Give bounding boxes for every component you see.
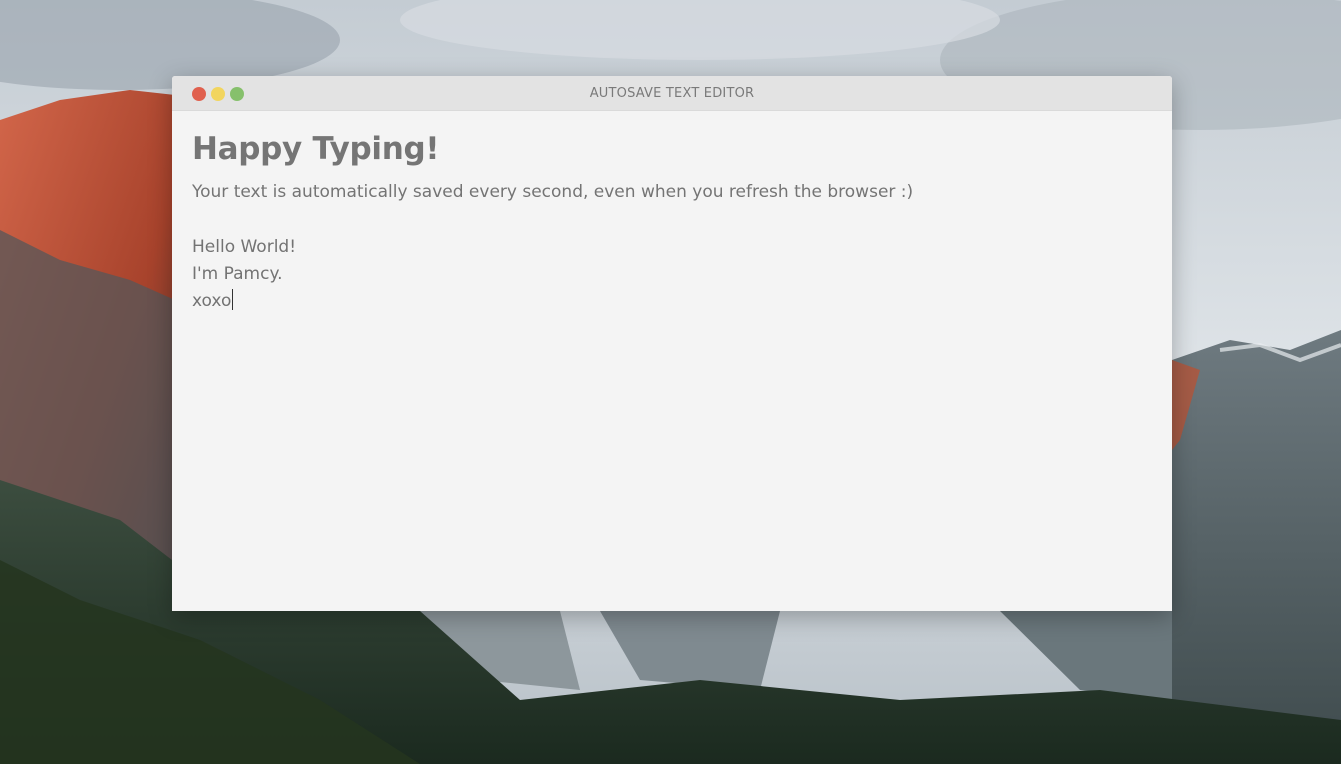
page-subtitle: Your text is automatically saved every s… — [192, 182, 914, 202]
editor-window: AUTOSAVE TEXT EDITOR Happy Typing! Your … — [172, 76, 1172, 611]
window-titlebar[interactable]: AUTOSAVE TEXT EDITOR — [172, 76, 1172, 111]
window-title: AUTOSAVE TEXT EDITOR — [589, 86, 755, 101]
editor-line: I'm Pamcy. — [192, 264, 283, 284]
editor-line: Hello World! — [192, 237, 297, 257]
text-editor-area[interactable]: Hello World! I'm Pamcy. xoxo — [192, 234, 1152, 315]
editor-line-text: xoxo — [192, 291, 232, 311]
editor-line-with-caret: xoxo — [192, 288, 1152, 315]
page-heading: Happy Typing! — [192, 131, 440, 167]
editor-content: Happy Typing! Your text is automatically… — [172, 111, 1172, 335]
text-caret — [232, 289, 234, 310]
